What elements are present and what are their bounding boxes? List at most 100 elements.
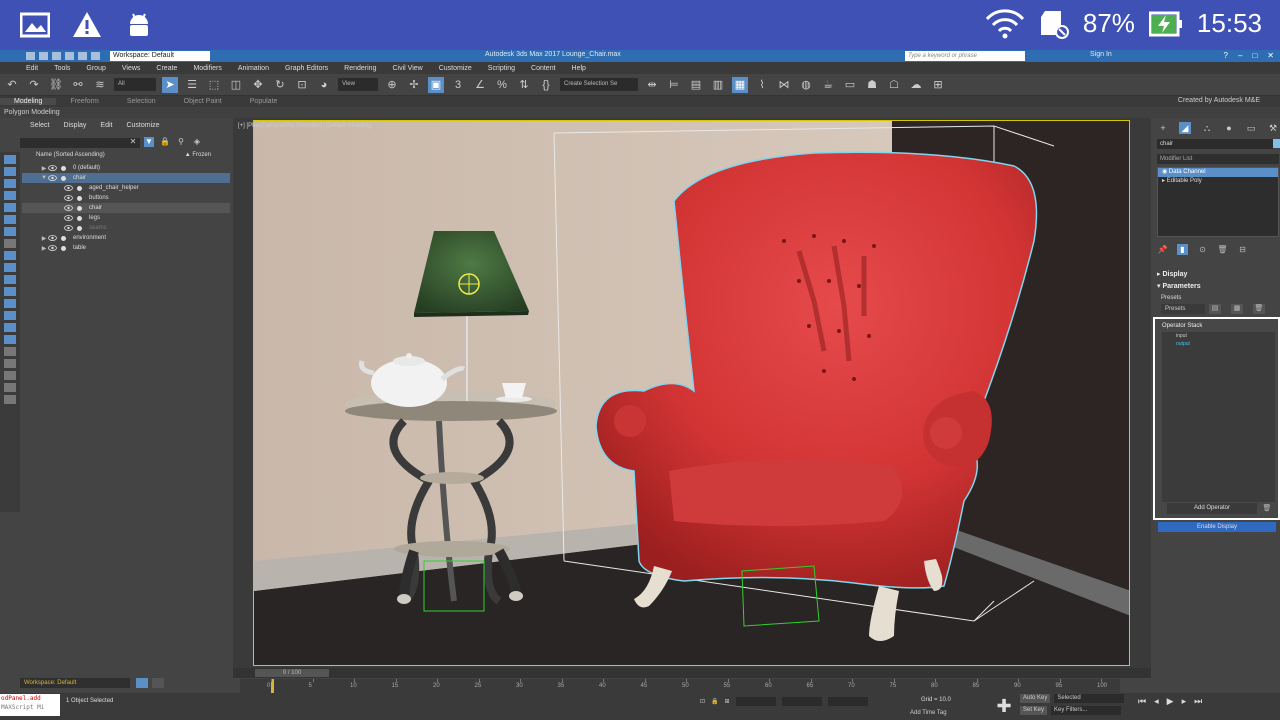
column-frozen-header[interactable]: ▲ Frozen (185, 152, 211, 162)
pivot-center-icon[interactable]: ⊕ (384, 77, 400, 93)
configure-modifier-sets-icon[interactable]: ⊟ (1237, 244, 1248, 255)
z-coord-field[interactable] (827, 697, 868, 706)
next-frame-icon[interactable]: ▸ (1182, 696, 1187, 707)
bind-space-warp-icon[interactable]: ≋ (92, 77, 108, 93)
menu-help[interactable]: Help (572, 65, 586, 72)
percent-snap-icon[interactable]: % (494, 77, 510, 93)
visibility-eye-icon[interactable] (48, 175, 57, 181)
render-dot-icon[interactable] (61, 165, 66, 171)
menu-scripting[interactable]: Scripting (488, 65, 515, 72)
render-cloud-icon[interactable]: ☁ (908, 77, 924, 93)
render-production-icon[interactable]: ☗ (864, 77, 880, 93)
visibility-eye-icon[interactable] (64, 185, 73, 191)
visibility-eye-icon[interactable] (48, 235, 57, 241)
y-coord-field[interactable] (781, 697, 822, 706)
time-slider-thumb[interactable]: 0 / 100 (255, 669, 329, 677)
menu-content[interactable]: Content (531, 65, 556, 72)
open-file-icon[interactable] (39, 52, 48, 60)
delete-preset-icon[interactable]: 🗑 (1253, 304, 1265, 314)
scene-explorer-menu-edit[interactable]: Edit (100, 122, 112, 129)
save-file-icon[interactable] (52, 52, 61, 60)
project-folder-icon[interactable] (91, 52, 100, 60)
display-cameras-icon[interactable] (4, 203, 16, 212)
reference-coordinate-dropdown[interactable]: View (338, 78, 378, 91)
display-influences-icon[interactable] (4, 359, 16, 368)
viewport-label[interactable]: [+] [PhysCamera001] [Standard] [Default … (238, 123, 372, 129)
scene-tree-row[interactable]: chair (22, 203, 230, 213)
go-to-start-icon[interactable]: ⏮ (1138, 696, 1146, 707)
menu-views[interactable]: Views (122, 65, 141, 72)
enable-display-button[interactable]: Enable Display (1158, 522, 1276, 532)
presets-dropdown[interactable]: Presets (1161, 304, 1205, 314)
material-editor-icon[interactable]: ◍ (798, 77, 814, 93)
toggle-scene-explorer-icon[interactable]: ▤ (688, 77, 704, 93)
invert-display-icon[interactable] (4, 335, 16, 344)
help-icon[interactable]: ? (1224, 51, 1228, 60)
modify-tab-icon[interactable]: ◢ (1179, 122, 1191, 134)
render-dot-icon[interactable] (61, 175, 66, 181)
modifier-stack-item[interactable]: ▸ Editable Poly (1158, 177, 1278, 186)
render-iterative-icon[interactable]: ☖ (886, 77, 902, 93)
display-helpers-icon[interactable] (4, 215, 16, 224)
track-view-icon[interactable] (152, 678, 164, 688)
menu-modifiers[interactable]: Modifiers (193, 65, 221, 72)
filter-funnel-icon[interactable] (4, 383, 16, 392)
display-dependents-icon[interactable] (4, 371, 16, 380)
visibility-eye-icon[interactable] (48, 165, 57, 171)
rendered-frame-window-icon[interactable]: ▭ (842, 77, 858, 93)
toggle-ribbon-icon[interactable]: ▦ (732, 76, 748, 93)
menu-group[interactable]: Group (86, 65, 105, 72)
sync-selection-icon[interactable] (4, 395, 16, 404)
modifier-list-dropdown[interactable]: Modifier List (1157, 154, 1279, 164)
render-dot-icon[interactable] (77, 215, 82, 221)
render-dot-icon[interactable] (61, 245, 66, 251)
expand-toggle-icon[interactable]: ▼ (40, 175, 48, 181)
toggle-layer-explorer-icon[interactable]: ▥ (710, 77, 726, 93)
previous-frame-icon[interactable]: ◂ (1154, 696, 1159, 707)
expand-toggle-icon[interactable]: ▶ (40, 235, 48, 242)
rollout-parameters[interactable]: ▾ Parameters (1157, 282, 1279, 292)
ribbon-tab-selection[interactable]: Selection (113, 98, 170, 105)
delete-operator-icon[interactable]: 🗑 (1261, 503, 1273, 514)
menu-tools[interactable]: Tools (54, 65, 70, 72)
mirror-icon[interactable]: ⇹ (644, 77, 660, 93)
scene-tree-row[interactable]: aged_chair_helper (22, 183, 230, 193)
object-color-swatch[interactable] (1273, 139, 1280, 148)
ribbon-tab-modeling[interactable]: Modeling (0, 98, 57, 105)
render-dot-icon[interactable] (77, 205, 82, 211)
scene-tree-row[interactable]: seams (22, 223, 230, 233)
visibility-eye-icon[interactable] (64, 215, 73, 221)
menu-graph-editors[interactable]: Graph Editors (285, 65, 328, 72)
display-tab-icon[interactable]: ▭ (1245, 122, 1257, 134)
redo-icon[interactable]: ↷ (26, 77, 42, 93)
minimize-icon[interactable]: – (1238, 51, 1242, 60)
undo-icon[interactable]: ↶ (4, 77, 20, 93)
save-preset-icon[interactable]: ▦ (1231, 304, 1243, 314)
select-manipulate-icon[interactable]: ✢ (406, 77, 422, 93)
add-time-tag-button[interactable]: Add Time Tag (910, 710, 947, 716)
move-icon[interactable]: ✥ (250, 77, 266, 93)
undo-icon[interactable] (65, 52, 74, 60)
redo-icon[interactable] (78, 52, 87, 60)
selection-filter-dropdown[interactable]: All (114, 78, 156, 91)
snap-toggle-plus-icon[interactable]: ✚ (995, 697, 1013, 715)
unlink-icon[interactable]: ⚯ (70, 77, 86, 93)
set-key-button[interactable]: Set Key (1020, 706, 1048, 715)
select-by-name-icon[interactable]: ☰ (184, 77, 200, 93)
align-icon[interactable]: ⊨ (666, 77, 682, 93)
perspective-viewport[interactable] (253, 120, 1130, 666)
clear-search-icon[interactable]: ✕ (128, 137, 138, 147)
utilities-tab-icon[interactable]: ⚒ (1267, 122, 1279, 134)
visibility-eye-icon[interactable] (48, 245, 57, 251)
object-name-field[interactable]: chair (1157, 139, 1273, 149)
menu-rendering[interactable]: Rendering (344, 65, 376, 72)
display-hidden-icon[interactable] (4, 299, 16, 308)
operator-item[interactable]: output (1162, 340, 1275, 348)
curve-editor-icon[interactable]: ⌇ (754, 77, 770, 93)
display-containers-icon[interactable] (4, 275, 16, 284)
add-operator-button[interactable]: Add Operator (1167, 503, 1257, 514)
menu-animation[interactable]: Animation (238, 65, 269, 72)
x-coord-field[interactable] (735, 697, 776, 706)
scene-tree-row[interactable]: ▶ 0 (default) (22, 163, 230, 173)
display-all-types-icon[interactable] (4, 311, 16, 320)
